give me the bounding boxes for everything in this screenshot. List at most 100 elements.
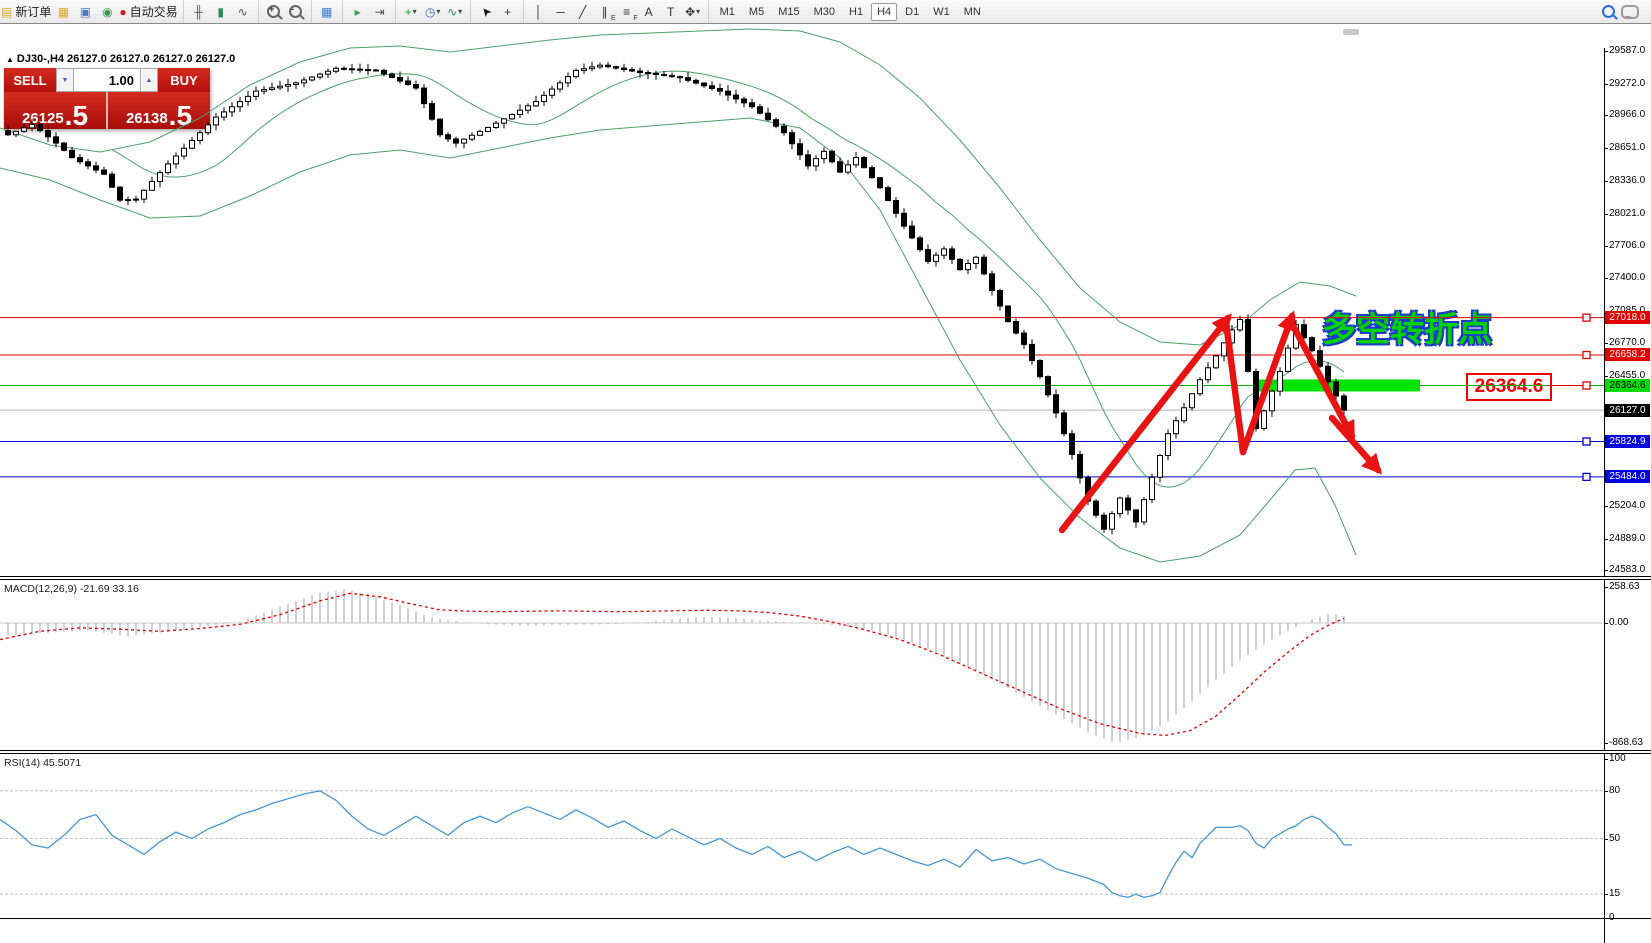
price-level-label: 25824.9	[1605, 435, 1650, 448]
rsi-bottom-border	[0, 918, 1651, 919]
timeframe-h4[interactable]: H4	[871, 3, 897, 21]
toolbar-group-chart-types: ╫ ▮ ∿	[183, 0, 258, 23]
autotrading-button[interactable]: ●自动交易	[119, 2, 177, 21]
periods-clock-icon[interactable]: ◷▾	[423, 2, 443, 21]
bar-chart-icon[interactable]: ╫	[189, 2, 209, 21]
channel-icon[interactable]: ∥E	[595, 2, 615, 21]
toolbar-group-windows: ▦	[311, 0, 342, 23]
price-level-label: 26127.0	[1605, 404, 1650, 417]
level-anchor[interactable]	[1583, 473, 1590, 480]
timeframe-mn[interactable]: MN	[958, 3, 987, 21]
fibonacci-icon[interactable]: ≡F	[617, 2, 637, 21]
rsi-axis-tick: 100	[1609, 753, 1626, 764]
timeframe-h1[interactable]: H1	[843, 3, 869, 21]
label-icon[interactable]: T	[661, 2, 681, 21]
rsi-pane[interactable]	[0, 754, 1604, 918]
toolbar-group-pointer: ➤+	[470, 0, 523, 23]
toolbar-right-group	[1593, 0, 1651, 23]
rsi-axis-tick: 15	[1609, 888, 1620, 899]
price-axis-tick: 27400.0	[1609, 272, 1645, 283]
price-axis-tick: 27706.0	[1609, 240, 1645, 251]
market-watch-icon: ▦	[58, 5, 69, 19]
cursor-icon[interactable]: ➤	[476, 2, 496, 21]
indicators-icon: ∿	[447, 5, 457, 19]
vertical-line-icon[interactable]: │	[529, 2, 549, 21]
toolbar-group-zoom: +-	[258, 0, 311, 23]
level-anchor[interactable]	[1583, 314, 1590, 321]
market-watch-icon[interactable]: ▦	[53, 2, 73, 21]
periods-clock-icon: ◷	[425, 5, 435, 19]
horizontal-line-icon: ─	[556, 5, 565, 19]
crosshair-icon[interactable]: +	[498, 2, 518, 21]
chart-shift-icon[interactable]: ⇥	[370, 2, 390, 21]
rsi-axis-tick: 80	[1609, 785, 1620, 796]
toolbar-group-scroll: ▸⇥	[342, 0, 395, 23]
timeframe-m15[interactable]: M15	[772, 3, 805, 21]
crosshair-icon: +	[504, 5, 511, 19]
price-level-label: 27018.0	[1605, 311, 1650, 324]
rsi-line	[0, 791, 1352, 898]
level-anchor[interactable]	[1583, 351, 1590, 358]
price-axis-border	[1604, 48, 1605, 943]
price-tag-anchor[interactable]	[1583, 382, 1590, 389]
indicators-button[interactable]: ∿▾	[445, 2, 465, 21]
zoom-in-icon[interactable]: +	[264, 2, 284, 21]
price-axis-tick: 28966.0	[1609, 109, 1645, 120]
rsi-axis-tick: 50	[1609, 833, 1620, 844]
toolbar-group-orders: ▤新订单 ▦ ▣ ◉ ●自动交易	[0, 0, 183, 23]
price-axis-tick: 25204.0	[1609, 500, 1645, 511]
data-window-icon[interactable]: ▣	[75, 2, 95, 21]
line-chart-icon[interactable]: ∿	[233, 2, 253, 21]
new-chart-icon: +	[405, 5, 412, 19]
signal-icon: ◉	[102, 5, 112, 19]
price-axis-tick: 29272.0	[1609, 78, 1645, 89]
bar-chart-icon: ╫	[194, 5, 203, 19]
price-axis-tick: 24583.0	[1609, 564, 1645, 575]
text-icon[interactable]: A	[639, 2, 659, 21]
new-chart-button[interactable]: +▾	[401, 2, 421, 21]
timeframe-toolbar: M1M5M15M30H1H4D1W1MN	[708, 0, 992, 23]
line-chart-icon: ∿	[238, 5, 248, 19]
price-axis-tick: 28336.0	[1609, 175, 1645, 186]
timeframe-d1[interactable]: D1	[899, 3, 925, 21]
macd-histogram	[8, 589, 1344, 741]
label-icon: T	[667, 5, 674, 19]
autotrading-icon: ●	[119, 5, 126, 19]
timeframe-m30[interactable]: M30	[808, 3, 841, 21]
level-anchor[interactable]	[1583, 438, 1590, 445]
chat-icon[interactable]	[1620, 2, 1640, 21]
toolbar-group-add: +▾◷▾∿▾	[395, 0, 470, 23]
price-level-label: 26658.2	[1605, 348, 1650, 361]
toolbar-group-objects: │ ─ ╱∥E≡FAT ✥▾	[523, 0, 708, 23]
timeframe-w1[interactable]: W1	[927, 3, 956, 21]
horizontal-line-icon[interactable]: ─	[551, 2, 571, 21]
new-order-icon: ▤	[1, 5, 12, 19]
price-axis-tick: 24889.0	[1609, 533, 1645, 544]
signal-icon[interactable]: ◉	[97, 2, 117, 21]
mt4-window: ▤新订单▦▣◉●自动交易╫▮∿+-▦▸⇥+▾◷▾∿▾➤+│─╱∥E≡FAT✥▾M…	[0, 0, 1651, 943]
candlestick-icon: ▮	[217, 5, 224, 19]
search-icon[interactable]	[1598, 2, 1618, 21]
tile-windows-icon[interactable]: ▦	[317, 2, 337, 21]
shapes-dropdown-icon[interactable]: ✥▾	[683, 2, 703, 21]
timeframe-m5[interactable]: M5	[743, 3, 770, 21]
chart-area[interactable]: ▲DJ30-,H4 26127.0 26127.0 26127.0 26127.…	[0, 24, 1651, 943]
price-axis-tick: 29587.0	[1609, 45, 1645, 56]
main-toolbar: ▤新订单▦▣◉●自动交易╫▮∿+-▦▸⇥+▾◷▾∿▾➤+│─╱∥E≡FAT✥▾M…	[0, 0, 1651, 24]
main-price-pane[interactable]	[0, 24, 1604, 576]
macd-signal-line	[0, 593, 1344, 735]
auto-scroll-icon[interactable]: ▸	[348, 2, 368, 21]
macd-pane[interactable]	[0, 580, 1604, 750]
timeframe-m1[interactable]: M1	[714, 3, 741, 21]
channel-icon: ∥	[602, 5, 608, 19]
auto-scroll-icon: ▸	[355, 5, 361, 19]
macd-axis-tick: 0.00	[1609, 617, 1628, 628]
fibonacci-icon: ≡	[623, 5, 630, 19]
candlestick-series	[6, 62, 1347, 535]
zoom-out-icon[interactable]: -	[286, 2, 306, 21]
candlestick-icon[interactable]: ▮	[211, 2, 231, 21]
price-level-label: 26364.6	[1605, 379, 1650, 392]
price-axis-tick: 28021.0	[1609, 208, 1645, 219]
trendline-icon[interactable]: ╱	[573, 2, 593, 21]
new-order-button[interactable]: ▤新订单	[1, 2, 51, 21]
